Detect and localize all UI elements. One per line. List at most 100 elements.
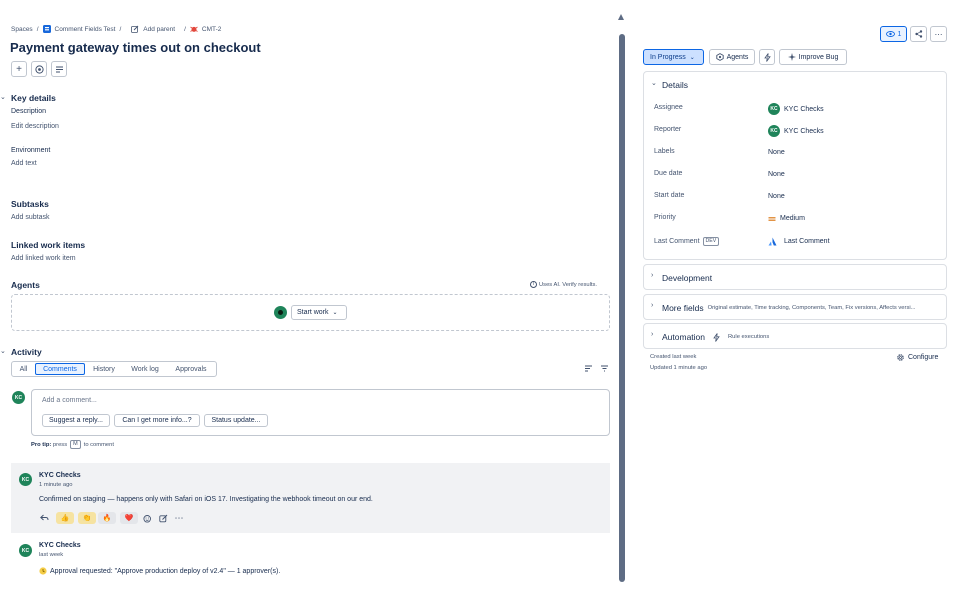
tab-history[interactable]: History <box>89 363 119 375</box>
last-comment-value[interactable]: Last Comment <box>768 237 830 246</box>
breadcrumb-add-parent[interactable]: Add parent <box>143 26 175 33</box>
configure-button[interactable]: Configure <box>896 353 938 362</box>
linked-work-items-heading: Linked work items <box>11 240 86 250</box>
agent-icon <box>715 53 724 61</box>
comment-input[interactable]: Add a comment... <box>42 397 97 404</box>
scroll-up-icon[interactable] <box>618 14 624 20</box>
breadcrumb-project[interactable]: Comment Fields Test <box>55 26 116 33</box>
tab-work-log[interactable]: Work log <box>126 363 164 375</box>
comment-editor[interactable]: Add a comment... Suggest a reply... Can … <box>31 389 610 436</box>
share-icon <box>914 30 922 38</box>
created-timestamp: Created last week <box>650 354 697 360</box>
assignee-avatar: KC <box>768 103 780 115</box>
watch-button[interactable]: 1 <box>880 26 907 42</box>
scrollbar-thumb[interactable] <box>619 34 625 582</box>
add-linked-work-item-link[interactable]: Add linked work item <box>11 255 76 262</box>
add-button[interactable]: + <box>11 61 27 77</box>
improve-bug-button[interactable]: Improve Bug <box>779 49 847 65</box>
tab-all[interactable]: All <box>15 363 32 375</box>
approval-clock-icon <box>39 567 47 575</box>
environment-field[interactable]: Add text <box>11 160 37 167</box>
target-icon <box>34 64 44 74</box>
reply-icon[interactable] <box>38 512 50 524</box>
atlassian-icon <box>768 237 777 246</box>
fields-button[interactable] <box>51 61 67 77</box>
agent-avatar-icon <box>274 306 287 319</box>
plus-icon: + <box>16 63 22 75</box>
more-fields-title: More fields Original estimate, Time trac… <box>662 303 916 313</box>
status-update-chip[interactable]: Status update... <box>204 414 268 427</box>
sort-icon[interactable] <box>584 364 594 374</box>
reporter-avatar: KC <box>768 125 780 137</box>
start-date-value[interactable]: None <box>768 193 785 200</box>
bug-icon <box>190 25 198 33</box>
status-dropdown[interactable]: In Progress ⌄ <box>643 49 704 65</box>
environment-label: Environment <box>11 147 51 154</box>
suggest-reply-chip[interactable]: Suggest a reply... <box>42 414 110 427</box>
expand-more-fields-icon: › <box>651 302 654 309</box>
description-field[interactable]: Edit description <box>11 123 59 130</box>
share-button[interactable] <box>910 26 927 42</box>
comment-timestamp: 1 minute ago <box>39 482 73 488</box>
comment-body: Approval requested: "Approve production … <box>39 567 280 575</box>
reaction-thumbs-up[interactable]: 👍 <box>56 512 74 524</box>
lightning-icon <box>713 332 720 342</box>
more-icon: ⋯ <box>934 29 943 39</box>
chevron-down-icon: ⌄ <box>332 310 338 316</box>
add-subtask-link[interactable]: Add subtask <box>11 214 50 221</box>
more-options-button[interactable]: ⋯ <box>930 26 947 42</box>
reaction-clap[interactable]: 👏 <box>78 512 96 524</box>
ai-note: i Uses AI. Verify results. <box>530 281 597 288</box>
automation-panel[interactable]: › Automation Rule executions <box>643 323 947 349</box>
automation-bolt-button[interactable] <box>759 49 775 65</box>
collapse-details-icon[interactable]: ⌄ <box>651 79 657 87</box>
details-panel: ⌄ Details Assignee KC KYC Checks Reporte… <box>643 71 947 260</box>
more-fields-panel[interactable]: › More fields Original estimate, Time tr… <box>643 294 947 320</box>
comment-author[interactable]: KYC Checks <box>39 472 81 479</box>
details-title[interactable]: Details <box>662 80 688 90</box>
more-info-chip[interactable]: Can I get more info...? <box>114 414 200 427</box>
more-actions-icon[interactable]: ⋯ <box>174 512 184 524</box>
updated-timestamp: Updated 1 minute ago <box>650 365 708 371</box>
start-work-button[interactable]: Start work ⌄ <box>291 305 347 320</box>
more-fields-summary: Original estimate, Time tracking, Compon… <box>707 305 916 311</box>
collapse-key-details-icon[interactable]: ⌄ <box>0 93 8 101</box>
current-user-avatar: KC <box>12 391 25 404</box>
reaction-fire[interactable]: 🔥 <box>98 512 116 524</box>
reporter-value[interactable]: KC KYC Checks <box>768 125 824 137</box>
breadcrumb: Spaces / Comment Fields Test / Add paren… <box>11 25 222 33</box>
edit-comment-icon[interactable] <box>158 512 168 524</box>
due-date-value[interactable]: None <box>768 171 785 178</box>
breadcrumb-spaces[interactable]: Spaces <box>11 26 33 33</box>
labels-value[interactable]: None <box>768 149 785 156</box>
automation-title: Automation Rule executions <box>662 332 770 342</box>
development-title: Development <box>662 273 713 283</box>
main-scrollbar[interactable] <box>618 14 626 584</box>
issue-title[interactable]: Payment gateway times out on checkout <box>10 40 261 55</box>
activity-tabs: All Comments History Work log Approvals <box>11 361 217 377</box>
gear-icon <box>897 354 904 361</box>
labels-label: Labels <box>654 148 675 155</box>
agents-button[interactable]: Agents <box>709 49 755 65</box>
collapse-activity-icon[interactable]: ⌄ <box>0 347 8 355</box>
comment-author[interactable]: KYC Checks <box>39 542 81 549</box>
tab-approvals[interactable]: Approvals <box>170 363 212 375</box>
subtasks-heading: Subtasks <box>11 199 49 209</box>
breadcrumb-issue-key[interactable]: CMT-2 <box>202 26 222 33</box>
expand-development-icon: › <box>651 272 654 279</box>
due-date-label: Due date <box>654 170 683 177</box>
edit-icon <box>131 25 139 33</box>
reaction-heart[interactable]: ❤️ <box>120 512 138 524</box>
tab-comments[interactable]: Comments <box>35 363 85 375</box>
chevron-down-icon: ⌄ <box>689 54 695 61</box>
filter-icon[interactable] <box>600 364 610 374</box>
development-panel[interactable]: › Development <box>643 264 947 290</box>
dev-tag: DEV <box>702 237 720 246</box>
add-reaction-icon[interactable] <box>142 512 152 524</box>
reporter-label: Reporter <box>654 126 682 133</box>
priority-value[interactable]: Medium <box>768 215 805 222</box>
issue-main-pane: Spaces / Comment Fields Test / Add paren… <box>0 0 616 600</box>
link-button[interactable] <box>31 61 47 77</box>
last-comment-label: Last Comment DEV <box>654 237 720 246</box>
assignee-value[interactable]: KC KYC Checks <box>768 103 824 115</box>
